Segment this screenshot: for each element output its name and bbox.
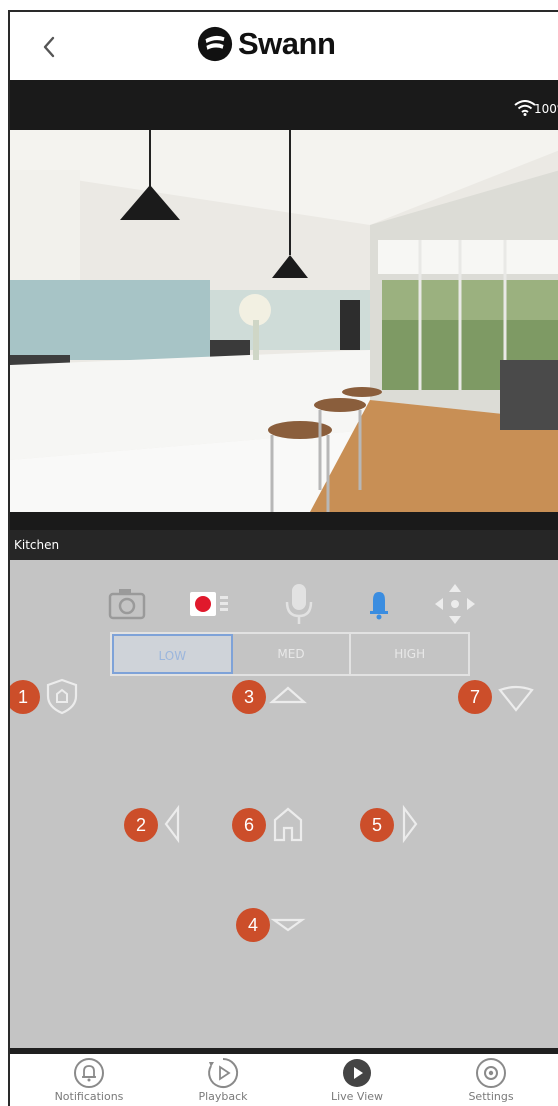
move-arrows-icon <box>435 584 475 624</box>
talk-button[interactable] <box>274 582 324 626</box>
swann-logo: Swann <box>196 24 336 64</box>
record-button[interactable] <box>186 582 236 626</box>
callout-7: 7 <box>458 680 492 714</box>
quality-high-button[interactable]: HIGH <box>351 634 468 674</box>
gear-circle-icon <box>476 1058 506 1088</box>
chevron-down-icon <box>270 918 306 932</box>
tab-playback-label: Playback <box>198 1090 248 1103</box>
microphone-icon <box>285 584 313 624</box>
camera-icon <box>108 589 146 620</box>
app-header: Swann <box>10 12 558 80</box>
ptz-toggle-button[interactable] <box>430 582 480 626</box>
tab-live-view[interactable]: Live View <box>302 1054 412 1106</box>
callout-2: 2 <box>124 808 158 842</box>
camera-name: Kitchen <box>10 530 558 560</box>
app-screen: Swann 100% <box>8 10 558 1106</box>
chevron-left-icon <box>43 36 55 58</box>
tab-live-view-label: Live View <box>330 1090 384 1103</box>
callout-4: 4 <box>236 908 270 942</box>
quality-med-button[interactable]: MED <box>233 634 352 674</box>
tab-notifications[interactable]: Notifications <box>34 1054 144 1106</box>
live-video-feed[interactable] <box>10 130 558 512</box>
chevron-right-outline-icon <box>402 804 418 844</box>
preset-shield-button[interactable] <box>42 676 82 716</box>
play-circle-outline-icon <box>208 1057 239 1088</box>
quality-low-button[interactable]: LOW <box>112 634 233 674</box>
callout-3: 3 <box>232 680 266 714</box>
video-bottom-bar <box>10 512 558 530</box>
tab-settings-label: Settings <box>468 1090 514 1103</box>
chevron-up-icon <box>269 686 307 704</box>
snapshot-button[interactable] <box>102 582 152 626</box>
back-button[interactable] <box>34 32 64 62</box>
pan-down-button[interactable] <box>268 904 308 944</box>
pan-left-button[interactable] <box>156 804 196 844</box>
home-position-button[interactable] <box>268 804 308 844</box>
battery-level: 100% <box>534 102 558 116</box>
bell-icon <box>370 592 388 620</box>
bell-circle-icon <box>74 1058 104 1088</box>
callout-6: 6 <box>232 808 266 842</box>
wifi-icon <box>514 100 536 116</box>
tab-playback[interactable]: Playback <box>168 1054 278 1106</box>
shield-home-icon <box>46 678 78 715</box>
brand-name: Swann <box>238 26 336 61</box>
callout-5: 5 <box>360 808 394 842</box>
quality-selector: LOW MED HIGH <box>110 632 470 676</box>
play-circle-filled-icon <box>343 1059 371 1087</box>
tab-notifications-label: Notifications <box>54 1090 124 1103</box>
siren-button[interactable] <box>354 582 404 626</box>
status-bar: 100% <box>10 80 558 130</box>
swann-logo-icon <box>197 26 233 62</box>
kitchen-camera-image <box>10 130 558 512</box>
wide-angle-icon <box>498 685 534 712</box>
home-icon <box>273 807 303 842</box>
pan-up-button[interactable] <box>268 676 308 716</box>
tab-settings[interactable]: Settings <box>436 1054 546 1106</box>
pan-right-button[interactable] <box>394 804 434 844</box>
record-icon <box>190 592 228 616</box>
bottom-tab-bar: Notifications Playback Live View Setting… <box>10 1054 558 1106</box>
chevron-left-outline-icon <box>164 804 180 844</box>
patrol-button[interactable] <box>496 676 536 716</box>
